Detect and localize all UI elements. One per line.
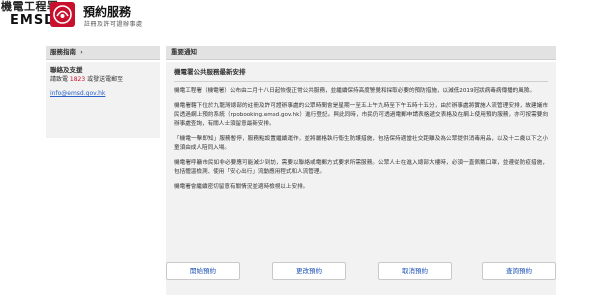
notice-paragraph: 機電署會繼續密切留意有關情況並適時檢視以上安排。	[174, 184, 309, 190]
start-booking-button[interactable]: 開始預約	[166, 262, 240, 280]
change-booking-button[interactable]: 更改預約	[272, 262, 346, 280]
contact-suffix: 或發送電郵至	[85, 76, 124, 83]
contact-support-panel: 聯絡及支援 請致電 1823 或發送電郵至 info@emsd.gov.hk	[46, 62, 160, 138]
notice-paragraph: 機電工程署（機電署）公布由二月十八日起恢復正常公共服務，並繼續保持高度警覺和採取…	[174, 88, 536, 94]
chevron-right-icon: ›	[80, 49, 83, 56]
emsd-logo-text[interactable]: 機電工程署 EMSD	[1, 0, 59, 29]
notice-panel: 機電署公共服務最新安排 機電工程署（機電署）公布由二月十八日起恢復正常公共服務，…	[166, 62, 556, 295]
notice-paragraph: 「機電一擊即知」服務暫停，服務點設置繼續運作，並將嚴格執行衞生防護措施，包括保持…	[174, 136, 548, 151]
site-title: 預約服務	[83, 5, 132, 19]
query-booking-button[interactable]: 查詢預約	[482, 262, 556, 280]
booking-action-bar: 開始預約 更改預約 取消預約 查詢預約	[166, 262, 556, 280]
notice-paragraph: 機電署呼籲市民如非必要應可能減少到訪，需要以聯絡或電郵方式要求所需服務。公眾人士…	[174, 160, 548, 175]
contact-prefix: 請致電	[50, 76, 70, 83]
logo-english-name: EMSD	[10, 13, 56, 28]
emsd-emblem-icon	[50, 2, 75, 27]
page-header: 機電工程署 EMSD 預約服務 註冊及許可證辦事處	[0, 0, 600, 34]
contact-phone: 1823	[69, 76, 86, 83]
cancel-booking-button[interactable]: 取消預約	[378, 262, 452, 280]
notice-title: 機電署公共服務最新安排	[174, 68, 246, 76]
important-notice-section: 重要通知 機電署公共服務最新安排 機電工程署（機電署）公布由二月十八日起恢復正常…	[166, 46, 556, 295]
sidebar: 服務指南 › 聯絡及支援 請致電 1823 或發送電郵至 info@emsd.g…	[46, 46, 160, 138]
logo-chinese-name: 機電工程署	[1, 0, 59, 13]
site-subtitle: 註冊及許可證辦事處	[84, 21, 143, 28]
contact-title: 聯絡及支援	[50, 66, 83, 74]
contact-text: 請致電 1823 或發送電郵至	[50, 75, 156, 84]
notice-divider	[174, 81, 548, 82]
service-guide-link[interactable]: 服務指南 ›	[46, 46, 160, 60]
important-notice-heading: 重要通知	[166, 46, 556, 60]
notice-paragraph: 機電署轄下位於九龍灣總部的註冊及許可證辦事處的公眾時間會是星期一至五上午九時至下…	[174, 103, 548, 127]
service-guide-label: 服務指南	[50, 48, 76, 56]
contact-email-link[interactable]: info@emsd.gov.hk	[50, 89, 156, 98]
